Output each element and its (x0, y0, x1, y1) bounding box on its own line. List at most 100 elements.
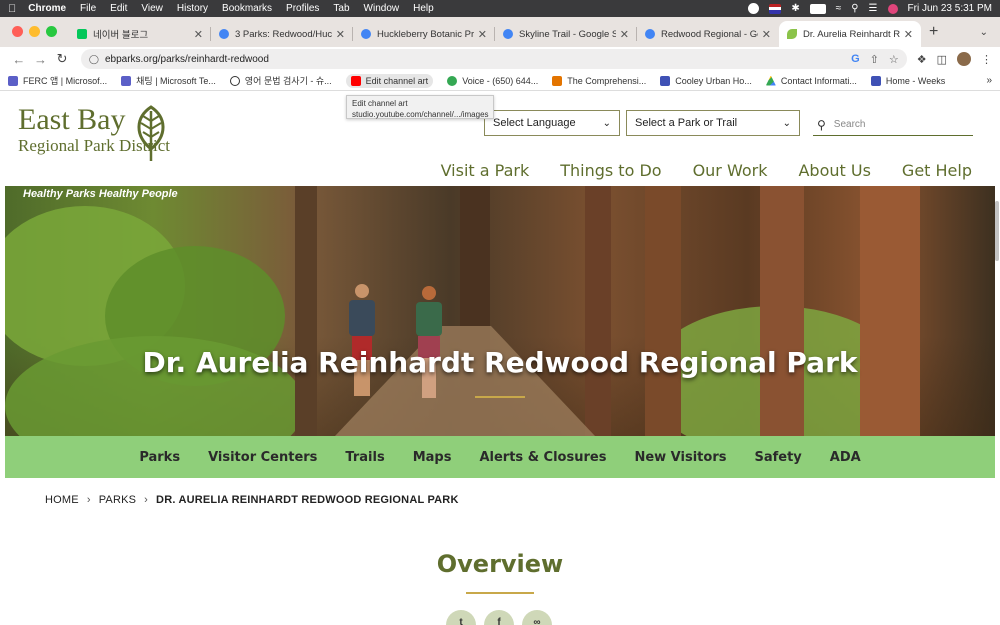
subnav-new-visitors[interactable]: New Visitors (634, 450, 726, 465)
status-m-icon[interactable] (748, 3, 760, 14)
bookmark-grammar-checker[interactable]: 영어 문법 검사기 - 슈... (229, 74, 332, 87)
bookmark-teams-chat[interactable]: 채팅 | Microsoft Te... (121, 74, 216, 87)
twitter-share-icon[interactable]: t (446, 610, 476, 625)
tab-search-chevron-icon[interactable]: ⌄ (980, 27, 1000, 47)
close-tab-icon[interactable]: ✕ (620, 28, 629, 41)
language-indicator-icon[interactable] (809, 3, 826, 14)
breadcrumb-parks[interactable]: PARKS (99, 494, 136, 506)
nav-about-us[interactable]: About Us (798, 161, 870, 180)
menu-clock[interactable]: Fri Jun 23 5:31 PM (908, 3, 992, 14)
site-info-icon[interactable]: ◯ (89, 54, 99, 65)
site-search-input[interactable]: ⚲ Search (813, 114, 973, 136)
tab-naver-blog[interactable]: 네이버 블로그 ✕ (69, 21, 211, 47)
leaf-favicon-icon (787, 29, 797, 39)
subnav-safety[interactable]: Safety (754, 450, 801, 465)
language-select[interactable]: Select Language ⌄ (484, 110, 620, 136)
close-tab-icon[interactable]: ✕ (904, 28, 913, 41)
menu-app-name[interactable]: Chrome (28, 3, 66, 14)
tab-huckleberry[interactable]: Huckleberry Botanic Pre ✕ (353, 21, 495, 47)
scrollbar-thumb[interactable] (995, 201, 999, 261)
breadcrumb-current: DR. AURELIA REINHARDT REDWOOD REGIONAL P… (156, 494, 459, 506)
close-tab-icon[interactable]: ✕ (478, 28, 487, 41)
share-icon[interactable]: ⇧ (870, 53, 879, 66)
profile-avatar[interactable] (957, 52, 972, 66)
bookmark-comprehensive[interactable]: The Comprehensi... (552, 75, 646, 86)
bookmark-label: Contact Informati... (780, 75, 857, 86)
address-bar[interactable]: ◯ ebparks.org/parks/reinhardt-redwood G … (80, 49, 907, 69)
google-icon (219, 29, 229, 39)
more-bookmarks-icon[interactable]: » (986, 75, 992, 86)
bookmark-contact-info[interactable]: Contact Informati... (765, 75, 857, 86)
nav-things-to-do[interactable]: Things to Do (560, 161, 661, 180)
hero-divider (475, 396, 525, 398)
menu-history[interactable]: History (177, 3, 208, 14)
park-trail-select[interactable]: Select a Park or Trail ⌄ (626, 110, 800, 136)
subnav-parks[interactable]: Parks (139, 450, 180, 465)
apple-icon[interactable]:  (8, 3, 16, 15)
link-share-icon[interactable]: ∞ (522, 610, 552, 625)
close-window-button[interactable] (12, 26, 23, 37)
subnav-maps[interactable]: Maps (413, 450, 452, 465)
bookmark-edit-channel-art[interactable]: Edit channel art (345, 73, 434, 88)
search-icon[interactable]: ⚲ (817, 118, 826, 132)
teams-icon (8, 75, 18, 86)
search-spotlight-icon[interactable]: ⚲ (851, 3, 858, 14)
more-menu-icon[interactable]: ⋮ (981, 53, 992, 66)
google-lens-icon[interactable]: G (851, 53, 860, 66)
bookmark-google-voice[interactable]: Voice - (650) 644... (447, 75, 538, 86)
menu-help[interactable]: Help (413, 3, 434, 14)
bookmark-label: FERC 앱 | Microsof... (23, 76, 108, 86)
language-select-value: Select Language (493, 117, 576, 129)
bookmark-ferc[interactable]: FERC 앱 | Microsof... (8, 74, 107, 87)
subnav-visitor-centers[interactable]: Visitor Centers (208, 450, 317, 465)
bookmark-star-icon[interactable]: ☆ (889, 53, 899, 66)
close-tab-icon[interactable]: ✕ (762, 28, 771, 41)
flag-icon[interactable] (769, 3, 782, 14)
side-panel-icon[interactable]: ◫ (937, 53, 947, 66)
minimize-window-button[interactable] (29, 26, 40, 37)
zoom-window-button[interactable] (46, 26, 57, 37)
page-scrollbar[interactable] (994, 91, 1000, 625)
window-controls (0, 26, 69, 47)
subnav-alerts-closures[interactable]: Alerts & Closures (479, 450, 606, 465)
nav-get-help[interactable]: Get Help (902, 161, 972, 180)
wifi-icon[interactable]: ≈ (836, 3, 842, 14)
facebook-share-icon[interactable]: f (484, 610, 514, 625)
tab-3-parks[interactable]: 3 Parks: Redwood/Huckle ✕ (211, 21, 353, 47)
back-button[interactable]: ← (8, 52, 30, 67)
menu-window[interactable]: Window (364, 3, 400, 14)
menu-bookmarks[interactable]: Bookmarks (222, 3, 272, 14)
subnav-ada[interactable]: ADA (830, 450, 861, 465)
menu-view[interactable]: View (141, 3, 163, 14)
forward-button[interactable]: → (30, 52, 52, 67)
tab-redwood-regional[interactable]: Redwood Regional - Goo ✕ (637, 21, 779, 47)
overview-heading: Overview (436, 550, 564, 578)
control-center-icon[interactable]: ☰ (869, 3, 878, 14)
siri-icon[interactable] (887, 3, 898, 14)
tab-skyline-trail[interactable]: Skyline Trail - Google Se ✕ (495, 21, 637, 47)
calendar-icon (660, 75, 671, 86)
menu-profiles[interactable]: Profiles (286, 3, 319, 14)
breadcrumb-home[interactable]: HOME (45, 494, 79, 506)
nav-visit-a-park[interactable]: Visit a Park (441, 161, 530, 180)
naver-icon (77, 29, 87, 39)
close-tab-icon[interactable]: ✕ (194, 28, 203, 41)
bookmark-home-weeks[interactable]: Home - Weeks (870, 75, 945, 86)
new-tab-button[interactable]: + (921, 23, 946, 47)
reload-button[interactable]: ↻ (51, 51, 73, 67)
menu-file[interactable]: File (80, 3, 96, 14)
menu-tab[interactable]: Tab (333, 3, 349, 14)
search-placeholder: Search (833, 119, 866, 130)
mac-menu-bar:  Chrome File Edit View History Bookmark… (0, 0, 1000, 17)
bookmark-cooley[interactable]: Cooley Urban Ho... (660, 75, 752, 86)
nav-our-work[interactable]: Our Work (693, 161, 768, 180)
browser-tab-strip: 네이버 블로그 ✕ 3 Parks: Redwood/Huckle ✕ Huck… (0, 17, 1000, 47)
close-tab-icon[interactable]: ✕ (336, 28, 345, 41)
menu-edit[interactable]: Edit (110, 3, 127, 14)
tab-reinhardt-active[interactable]: Dr. Aurelia Reinhardt Re ✕ (779, 21, 921, 47)
grammar-icon (229, 75, 240, 86)
extensions-puzzle-icon[interactable]: ❖ (917, 53, 927, 66)
subnav-trails[interactable]: Trails (345, 450, 384, 465)
chevron-right-icon: › (144, 494, 149, 506)
bluetooth-icon[interactable]: ✱ (791, 3, 799, 14)
